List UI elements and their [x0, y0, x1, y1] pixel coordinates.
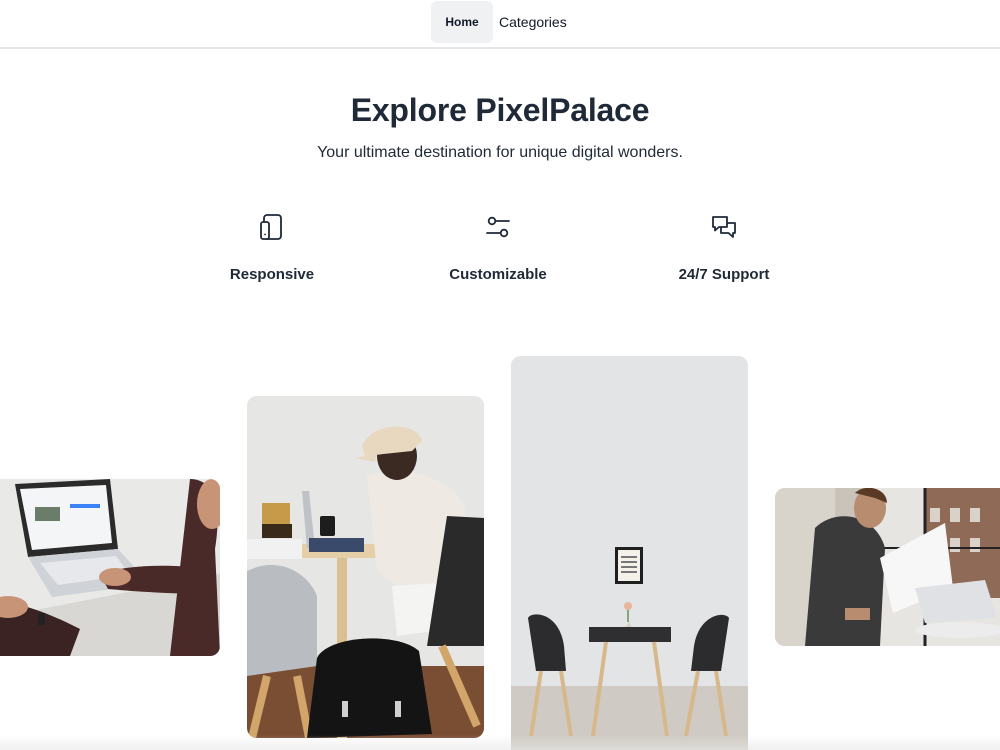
sliders-icon — [483, 212, 513, 242]
page-title: Explore PixelPalace — [350, 92, 650, 128]
feature-customizable: Customizable — [398, 212, 598, 283]
feature-support: 24/7 Support — [624, 212, 824, 283]
nav-categories-link[interactable]: Categories — [493, 1, 573, 43]
feature-responsive: Responsive — [172, 212, 372, 283]
nav-home-button[interactable]: Home — [431, 1, 493, 43]
cafe-table-photo — [511, 356, 748, 750]
tablet-icon — [257, 212, 287, 242]
feature-label: 24/7 Support — [678, 266, 770, 283]
feature-label: Customizable — [449, 266, 547, 283]
laptop-desk-photo — [0, 479, 220, 656]
nav-links: Home Categories — [431, 1, 573, 43]
top-navigation: Home Categories — [0, 0, 1000, 49]
chat-bubbles-icon — [709, 212, 739, 242]
page-subtitle: Your ultimate destination for unique dig… — [317, 144, 683, 161]
feature-label: Responsive — [229, 266, 315, 283]
man-with-tablet-photo — [775, 488, 1000, 646]
person-working-photo — [247, 396, 484, 738]
bottom-fade — [0, 735, 1000, 750]
